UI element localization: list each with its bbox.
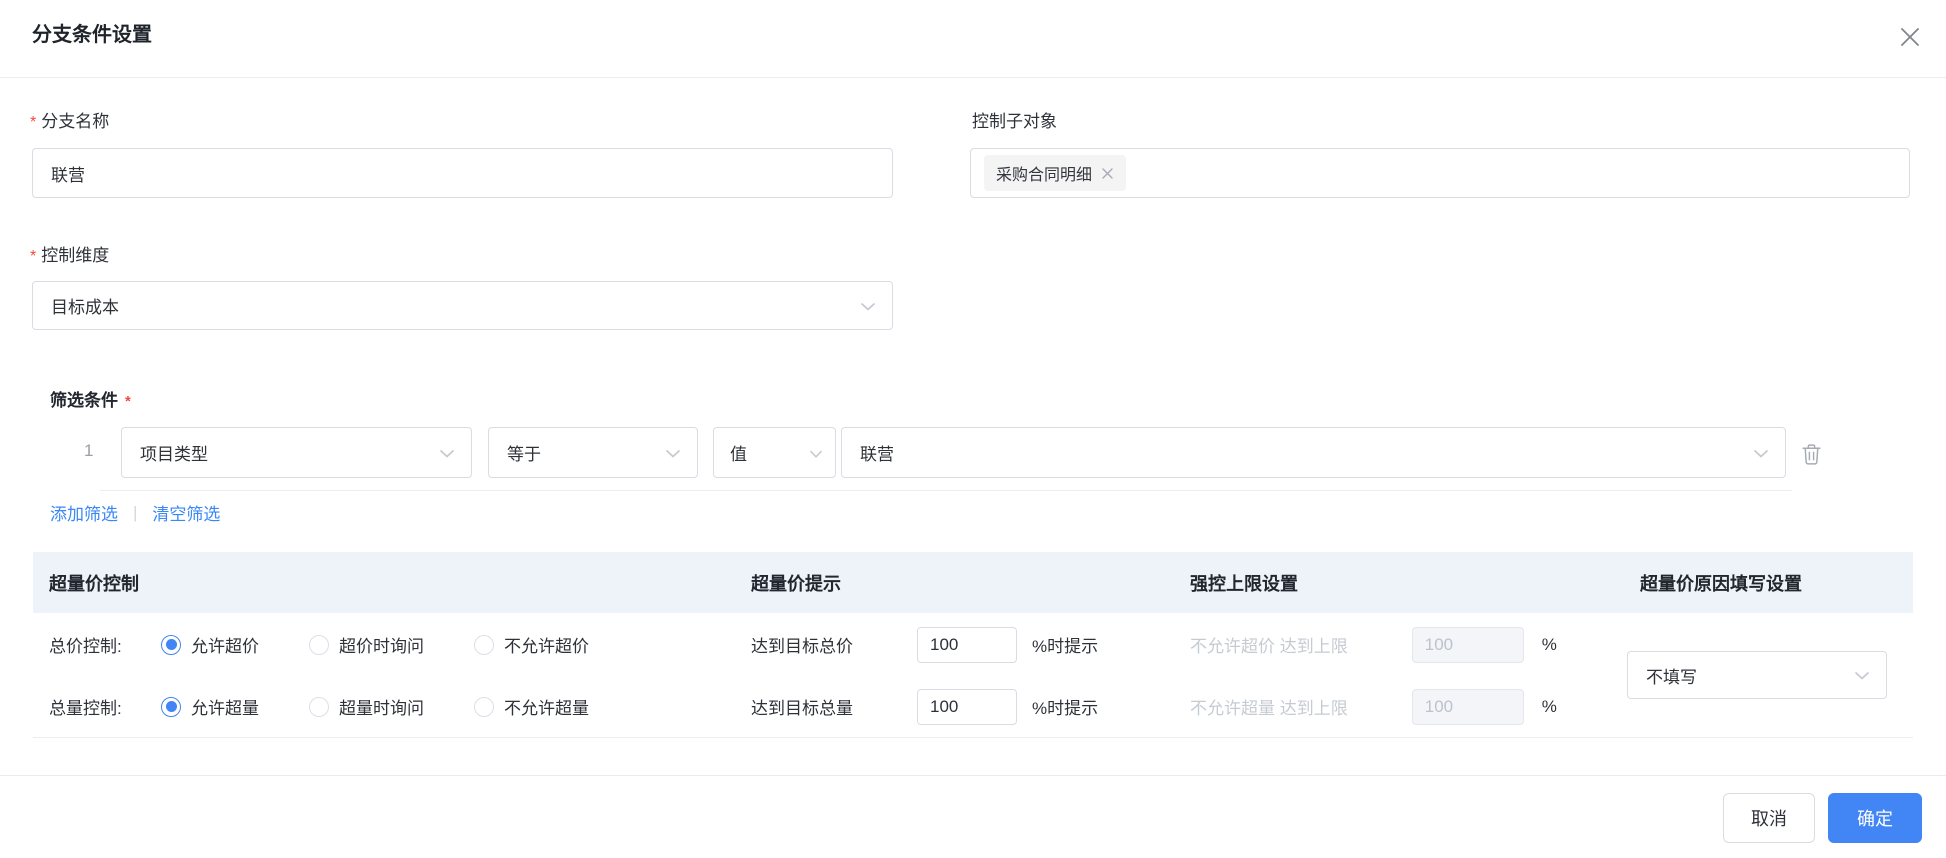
radio-checked-icon <box>161 696 181 717</box>
reason-cell: 不填写 <box>1623 613 1913 737</box>
chevron-down-icon <box>860 296 876 316</box>
radio-icon <box>474 634 494 655</box>
price-tip-percent-input[interactable] <box>917 626 1017 663</box>
radio-option-allow-over-price[interactable]: 允许超价 <box>161 632 259 657</box>
branch-condition-dialog: 分支条件设置 *分支名称 控制子对象 采购合同明细 *控制维度 目标成本 筛选条… <box>0 0 1946 858</box>
sub-object-tag: 采购合同明细 <box>984 155 1127 191</box>
link-separator: | <box>133 502 138 522</box>
dialog-title: 分支条件设置 <box>32 24 152 46</box>
branch-name-label: * 分支名称 <box>30 112 110 131</box>
trash-icon <box>1801 443 1822 469</box>
cancel-button[interactable]: 取消 <box>1723 793 1815 843</box>
limit-text: 不允许超价 达到上限 <box>1190 637 1348 656</box>
control-table: 超量价控制 超量价提示 强控上限设置 超量价原因填写设置 总价控制: 允许超价 … <box>33 552 1913 738</box>
radio-option-allow-over-quantity[interactable]: 允许超量 <box>161 694 259 719</box>
column-header: 超量价提示 <box>733 552 1173 613</box>
control-dimension-value: 目标成本 <box>51 298 119 317</box>
limit-cell-price: 不允许超价 达到上限 % <box>1173 613 1623 676</box>
chevron-down-icon <box>665 443 681 463</box>
column-header: 超量价原因填写设置 <box>1623 552 1913 613</box>
footer-divider <box>0 775 1946 776</box>
filter-divider <box>100 490 1792 491</box>
filter-links: 添加筛选 | 清空筛选 <box>50 500 220 525</box>
branch-name-input[interactable] <box>32 148 893 198</box>
radio-checked-icon <box>161 634 181 655</box>
tip-suffix: %时提示 <box>1032 699 1099 718</box>
close-button[interactable] <box>1894 22 1926 54</box>
percent-sign: % <box>1541 696 1557 716</box>
chevron-down-icon <box>439 443 455 463</box>
tip-cell-price: 达到目标总价 %时提示 <box>733 613 1173 676</box>
limit-text: 不允许超量 达到上限 <box>1190 699 1348 718</box>
radio-icon <box>309 696 329 717</box>
tag-remove-icon[interactable] <box>1101 167 1114 180</box>
required-asterisk: * <box>125 393 131 410</box>
chevron-down-icon <box>809 443 823 463</box>
limit-cell-quantity: 不允许超量 达到上限 % <box>1173 676 1623 737</box>
required-asterisk: * <box>30 248 37 265</box>
close-icon <box>1897 24 1923 53</box>
price-limit-percent-input <box>1411 626 1524 663</box>
control-dimension-select[interactable]: 目标成本 <box>32 281 893 330</box>
add-filter-link[interactable]: 添加筛选 <box>50 500 118 525</box>
reason-fill-select[interactable]: 不填写 <box>1627 651 1887 699</box>
filter-operator-select[interactable]: 等于 <box>488 427 698 478</box>
tip-cell-quantity: 达到目标总量 %时提示 <box>733 676 1173 737</box>
chevron-down-icon <box>1753 443 1769 463</box>
filter-row-index: 1 <box>84 441 94 460</box>
row-label: 总量控制: <box>49 699 122 718</box>
control-sub-object-field[interactable]: 采购合同明细 <box>970 148 1910 198</box>
column-header: 超量价控制 <box>33 552 733 613</box>
radio-icon <box>309 634 329 655</box>
percent-sign: % <box>1541 634 1557 654</box>
tip-label: 达到目标总量 <box>751 699 853 718</box>
delete-filter-button[interactable] <box>1798 443 1824 469</box>
radio-icon <box>474 696 494 717</box>
radio-option-deny-over-price[interactable]: 不允许超价 <box>474 632 589 657</box>
filter-field-select[interactable]: 项目类型 <box>121 427 472 478</box>
required-asterisk: * <box>30 114 37 131</box>
tip-suffix: %时提示 <box>1032 637 1099 656</box>
column-header: 强控上限设置 <box>1173 552 1623 613</box>
control-dimension-label: * 控制维度 <box>30 246 110 265</box>
chevron-down-icon <box>1854 665 1870 685</box>
radio-option-ask-over-quantity[interactable]: 超量时询问 <box>309 694 424 719</box>
quantity-tip-percent-input[interactable] <box>917 688 1017 725</box>
table-row-quantity-control: 总量控制: 允许超量 超量时询问 不允许超量 <box>33 676 733 737</box>
filter-section-label: 筛选条件 * <box>50 391 131 410</box>
filter-value-type-select[interactable]: 值 <box>713 427 836 478</box>
confirm-button[interactable]: 确定 <box>1828 793 1922 843</box>
header-divider <box>0 77 1946 78</box>
control-sub-object-label: 控制子对象 <box>972 112 1057 131</box>
tip-label: 达到目标总价 <box>751 637 853 656</box>
quantity-limit-percent-input <box>1411 688 1524 725</box>
sub-object-tag-label: 采购合同明细 <box>996 167 1093 184</box>
radio-option-deny-over-quantity[interactable]: 不允许超量 <box>474 694 589 719</box>
row-label: 总价控制: <box>49 637 122 656</box>
clear-filter-link[interactable]: 清空筛选 <box>152 500 220 525</box>
radio-option-ask-over-price[interactable]: 超价时询问 <box>309 632 424 657</box>
table-row-price-control: 总价控制: 允许超价 超价时询问 不允许超价 <box>33 613 733 676</box>
filter-value-select[interactable]: 联营 <box>841 427 1786 478</box>
